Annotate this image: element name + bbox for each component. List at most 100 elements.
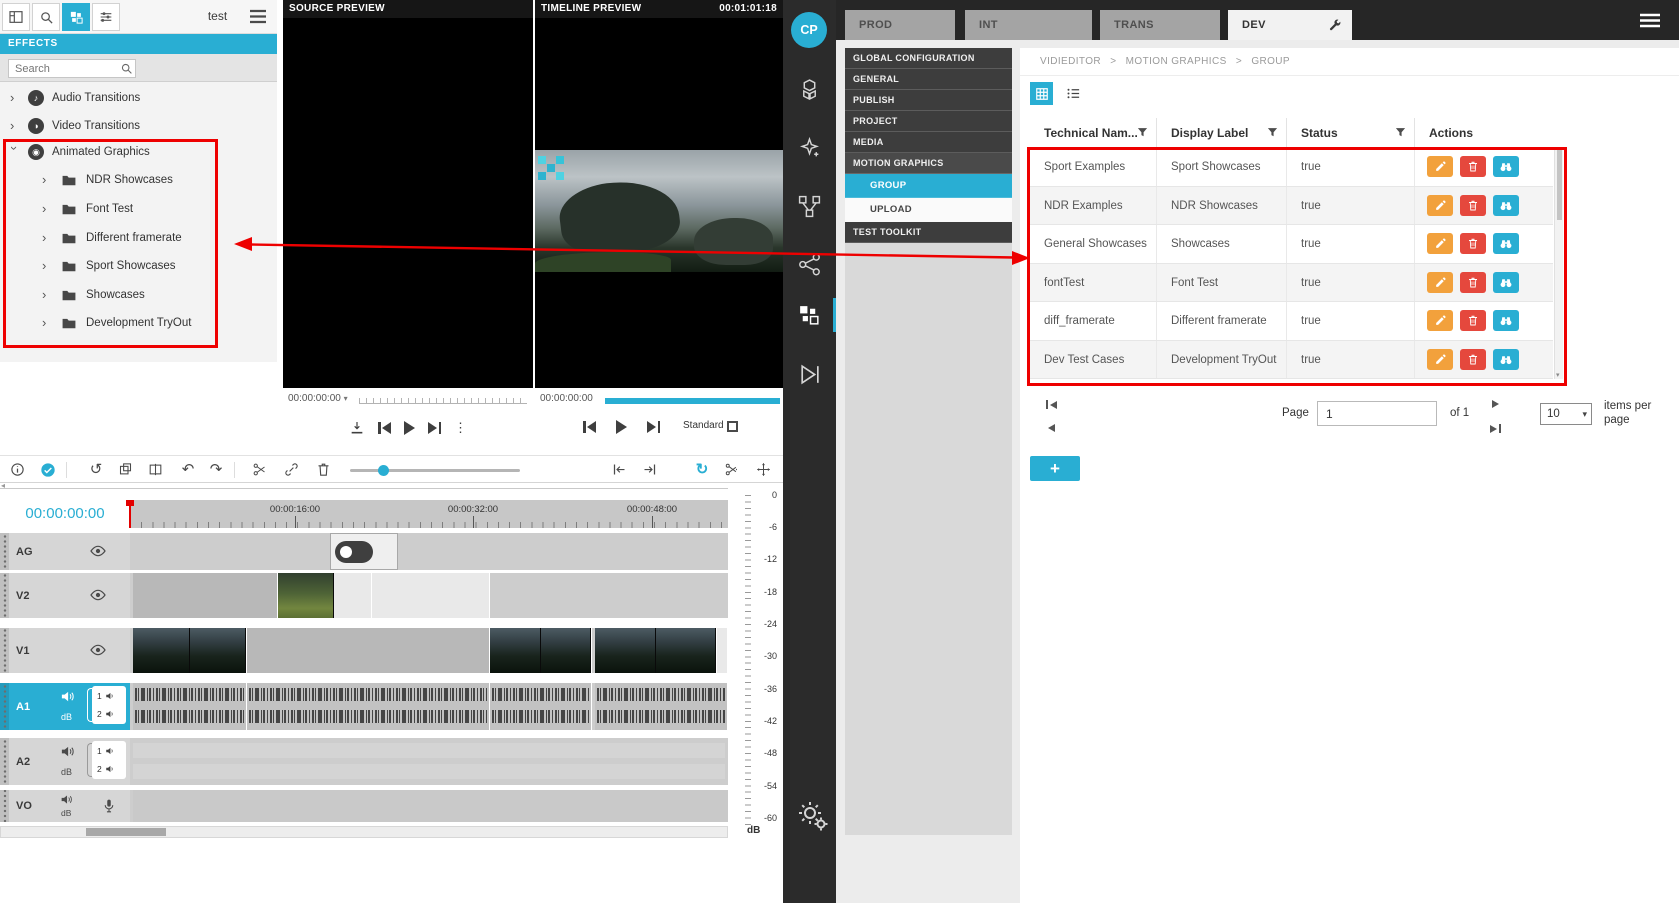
- edit-button[interactable]: [1427, 233, 1453, 254]
- scrollbar-thumb[interactable]: [86, 828, 166, 836]
- delete-button[interactable]: [1460, 272, 1486, 293]
- speaker-icon[interactable]: [60, 689, 75, 704]
- prev-page-button[interactable]: [1048, 424, 1055, 432]
- tab-prod[interactable]: PROD: [845, 10, 955, 40]
- quality-selector[interactable]: Standard: [683, 420, 724, 431]
- channel-2[interactable]: 2: [92, 705, 126, 723]
- nav-upload[interactable]: UPLOAD: [845, 198, 1012, 222]
- track-v1-header[interactable]: V1: [0, 628, 130, 673]
- graphics-button[interactable]: [62, 3, 90, 31]
- drag-handle[interactable]: [0, 628, 9, 673]
- trim-out-button[interactable]: [642, 462, 658, 478]
- track-a2-header[interactable]: A2 dB 1 2: [0, 738, 130, 785]
- audio-clip[interactable]: [247, 683, 490, 730]
- delete-button[interactable]: [1460, 310, 1486, 331]
- nav-global-configuration[interactable]: GLOBAL CONFIGURATION: [845, 48, 1012, 69]
- split-clip-button[interactable]: [148, 462, 164, 478]
- column-header-display-label[interactable]: Display Label: [1157, 118, 1287, 147]
- video-clip[interactable]: [372, 573, 490, 618]
- tab-int[interactable]: INT: [965, 10, 1092, 40]
- redo-button[interactable]: ↷: [208, 462, 224, 478]
- db-label[interactable]: dB: [61, 808, 71, 818]
- video-clip[interactable]: [133, 573, 278, 618]
- nav-motion-graphics[interactable]: MOTION GRAPHICS: [845, 153, 1012, 174]
- tree-item-showcases[interactable]: › Showcases: [0, 281, 277, 309]
- refresh-button[interactable]: ↻: [694, 462, 710, 478]
- editor-menu-button[interactable]: [249, 9, 267, 24]
- video-clip[interactable]: [717, 628, 728, 673]
- playout-button[interactable]: [797, 362, 822, 387]
- cut-button[interactable]: [252, 462, 268, 478]
- list-view-button[interactable]: [1062, 82, 1085, 105]
- table-view-button[interactable]: [1030, 82, 1053, 105]
- source-seek-bar[interactable]: [359, 398, 527, 404]
- nav-test-toolkit[interactable]: TEST TOOLKIT: [845, 222, 1012, 243]
- go-to-start-button[interactable]: [583, 421, 596, 433]
- nav-general[interactable]: GENERAL: [845, 69, 1012, 90]
- add-group-button[interactable]: +: [1030, 456, 1080, 481]
- video-clip[interactable]: [490, 628, 592, 673]
- tree-item-different-framerate[interactable]: › Different framerate: [0, 224, 277, 252]
- move-tool-button[interactable]: [756, 462, 772, 478]
- audio-clip[interactable]: [595, 683, 728, 730]
- drag-handle[interactable]: [0, 790, 9, 822]
- eye-icon[interactable]: [90, 644, 106, 656]
- history-button[interactable]: ↺: [88, 462, 104, 478]
- track-a1-header[interactable]: A1 dB 1 2: [0, 683, 130, 730]
- tree-item-video-transitions[interactable]: › ◑ Video Transitions: [0, 112, 277, 140]
- unlink-button[interactable]: [284, 462, 300, 478]
- drag-handle[interactable]: [0, 533, 9, 570]
- preview-button[interactable]: [1493, 349, 1519, 370]
- preview-button[interactable]: [1493, 310, 1519, 331]
- breadcrumb-segment[interactable]: MOTION GRAPHICS: [1126, 56, 1227, 67]
- timeline-scrollbar-top[interactable]: [0, 488, 728, 489]
- search-input[interactable]: [8, 59, 136, 78]
- filter-icon[interactable]: [1136, 126, 1149, 139]
- speaker-icon[interactable]: [60, 744, 75, 759]
- channel-1[interactable]: 1: [92, 742, 126, 760]
- delete-clip-button[interactable]: [316, 462, 332, 478]
- mixer-button[interactable]: [92, 3, 120, 31]
- preview-button[interactable]: [1493, 156, 1519, 177]
- settings-button[interactable]: [797, 800, 822, 834]
- snapping-toggle[interactable]: [40, 462, 56, 478]
- drag-handle[interactable]: [0, 738, 9, 785]
- video-clip[interactable]: [278, 573, 372, 618]
- breadcrumb-segment[interactable]: VIDIEDITOR: [1040, 56, 1101, 67]
- scroll-down-icon[interactable]: ▾: [1556, 371, 1560, 379]
- edit-button[interactable]: [1427, 310, 1453, 331]
- edit-button[interactable]: [1427, 156, 1453, 177]
- eye-icon[interactable]: [90, 545, 106, 557]
- tab-dev[interactable]: DEV: [1228, 10, 1352, 40]
- track-ag-header[interactable]: AG: [0, 533, 130, 570]
- tab-trans[interactable]: TRANS: [1100, 10, 1220, 40]
- db-label[interactable]: dB: [61, 767, 72, 777]
- video-clip[interactable]: [595, 628, 717, 673]
- track-vo-header[interactable]: VO dB: [0, 790, 130, 822]
- voiceover-clip[interactable]: [133, 790, 728, 822]
- fullscreen-icon[interactable]: [727, 421, 738, 432]
- video-clip[interactable]: [247, 628, 490, 673]
- timeline-seek-bar[interactable]: [605, 398, 780, 404]
- db-label[interactable]: dB: [61, 712, 72, 722]
- undo-button[interactable]: ↶: [180, 462, 196, 478]
- admin-menu-button[interactable]: [1639, 13, 1661, 28]
- edit-button[interactable]: [1427, 272, 1453, 293]
- duplicate-button[interactable]: [118, 462, 134, 478]
- delete-button[interactable]: [1460, 233, 1486, 254]
- tree-item-audio-transitions[interactable]: › ♪ Audio Transitions: [0, 84, 277, 112]
- edit-button[interactable]: [1427, 349, 1453, 370]
- source-preview-video[interactable]: [283, 18, 533, 388]
- caret-down-icon[interactable]: ▾: [344, 394, 348, 403]
- insert-to-timeline-icon[interactable]: [349, 420, 365, 436]
- timeline-scrollbar-horizontal[interactable]: [0, 826, 728, 838]
- tree-item-font-test[interactable]: › Font Test: [0, 195, 277, 223]
- play-button[interactable]: [616, 420, 627, 434]
- preview-button[interactable]: [1493, 272, 1519, 293]
- info-button[interactable]: [10, 462, 26, 478]
- channel-2[interactable]: 2: [92, 760, 126, 778]
- eye-icon[interactable]: [90, 589, 106, 601]
- timeline-ruler[interactable]: 00:00:16:00 00:00:32:00 00:00:48:00: [130, 500, 728, 528]
- graphics-clip[interactable]: [330, 533, 398, 570]
- preview-button[interactable]: [1493, 233, 1519, 254]
